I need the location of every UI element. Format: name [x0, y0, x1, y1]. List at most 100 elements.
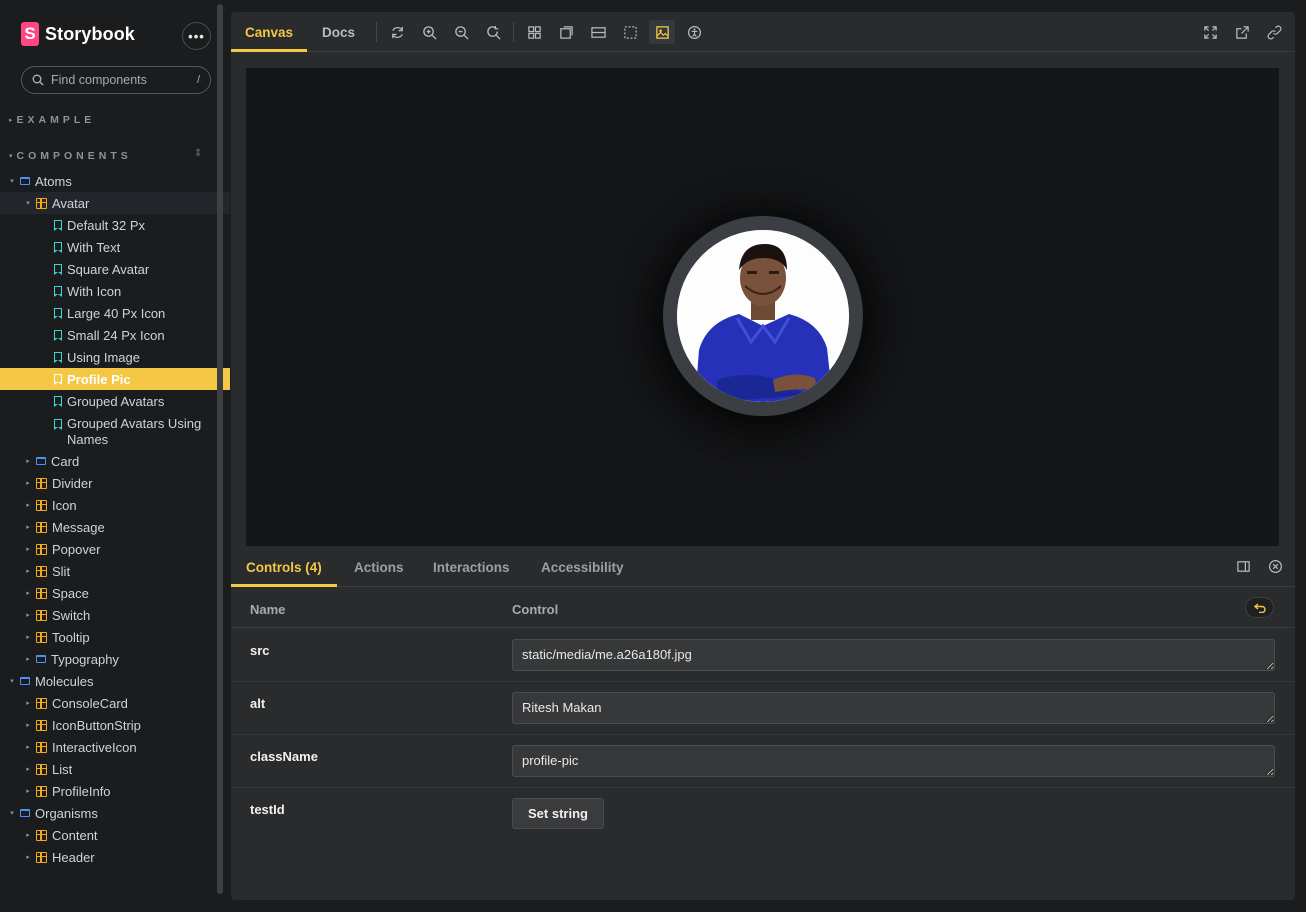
component-icon [36, 719, 47, 731]
tree-item-space[interactable]: ▸ Space [0, 582, 230, 604]
tree-item-label: ProfileInfo [52, 783, 111, 799]
caret-right-icon: ▸ [26, 546, 30, 553]
close-panel-icon[interactable] [1268, 559, 1283, 574]
tree-item-grouped-avatars[interactable]: Grouped Avatars [0, 390, 230, 412]
section-example[interactable]: ▸ EXAMPLE [9, 114, 95, 126]
controls-table-header: Name Control [231, 588, 1295, 628]
tree-item-icon[interactable]: ▸ Icon [0, 494, 230, 516]
tree-item-default-32-px[interactable]: Default 32 Px [0, 214, 230, 236]
tree-item-switch[interactable]: ▸ Switch [0, 604, 230, 626]
tree-item-label: Typography [51, 651, 119, 667]
tree-item-large-40-px-icon[interactable]: Large 40 Px Icon [0, 302, 230, 324]
background-icon[interactable] [553, 20, 579, 44]
caret-down-icon: ▾ [10, 810, 14, 817]
zoom-out-icon[interactable] [448, 20, 474, 44]
tree-item-tooltip[interactable]: ▸ Tooltip [0, 626, 230, 648]
tree-item-label: Message [52, 519, 105, 535]
tree-item-popover[interactable]: ▸ Popover [0, 538, 230, 560]
tree-item-profileinfo[interactable]: ▸ ProfileInfo [0, 780, 230, 802]
tree-item-label: InteractiveIcon [52, 739, 137, 755]
sidebar-scrollbar[interactable] [217, 4, 223, 894]
caret-right-icon: ▸ [26, 656, 30, 663]
viewport-icon[interactable] [585, 20, 611, 44]
tree-item-atoms[interactable]: ▾ Atoms [0, 170, 230, 192]
tree-item-divider[interactable]: ▸ Divider [0, 472, 230, 494]
folder-icon [36, 457, 46, 465]
tab-actions[interactable]: Actions [339, 547, 419, 587]
more-menu-button[interactable]: ••• [182, 22, 211, 50]
alt-input[interactable] [512, 692, 1275, 724]
caret-right-icon: ▸ [26, 502, 30, 509]
caret-right-icon: ▸ [26, 524, 30, 531]
tree-item-with-icon[interactable]: With Icon [0, 280, 230, 302]
reset-controls-button[interactable] [1245, 597, 1274, 618]
open-new-tab-icon[interactable] [1229, 20, 1255, 44]
component-icon [36, 829, 47, 841]
tree-item-label: Switch [52, 607, 91, 623]
panel-orientation-icon[interactable] [1236, 559, 1251, 574]
tree-item-slit[interactable]: ▸ Slit [0, 560, 230, 582]
story-icon [53, 242, 62, 253]
tree-item-square-avatar[interactable]: Square Avatar [0, 258, 230, 280]
tree-item-iconbuttonstrip[interactable]: ▸ IconButtonStrip [0, 714, 230, 736]
component-icon [36, 609, 47, 621]
storybook-logo[interactable]: S Storybook [21, 22, 135, 46]
tree-item-content[interactable]: ▸ Content [0, 824, 230, 846]
tree-item-small-24-px-icon[interactable]: Small 24 Px Icon [0, 324, 230, 346]
tree-item-list[interactable]: ▸ List [0, 758, 230, 780]
tree-item-using-image[interactable]: Using Image [0, 346, 230, 368]
caret-right-icon: ▸ [26, 458, 30, 465]
tree-item-with-text[interactable]: With Text [0, 236, 230, 258]
tree-item-profile-pic[interactable]: Profile Pic [0, 368, 230, 390]
tab-accessibility[interactable]: Accessibility [526, 547, 639, 587]
tree-item-label: Grouped Avatars [67, 393, 165, 409]
tab-controls[interactable]: Controls (4) [231, 547, 337, 587]
tree-item-consolecard[interactable]: ▸ ConsoleCard [0, 692, 230, 714]
tree-item-label: Large 40 Px Icon [67, 305, 166, 321]
tree-item-header[interactable]: ▸ Header [0, 846, 230, 868]
tab-docs[interactable]: Docs [308, 12, 369, 52]
copy-link-icon[interactable] [1261, 20, 1287, 44]
component-icon [36, 543, 47, 555]
caret-down-icon: ▾ [26, 200, 30, 207]
story-icon [53, 286, 62, 297]
folder-icon [36, 655, 46, 663]
component-icon [36, 741, 47, 753]
folder-icon [20, 677, 30, 685]
tab-interactions[interactable]: Interactions [418, 547, 525, 587]
tree-item-avatar[interactable]: ▾ Avatar [0, 192, 230, 214]
expand-collapse-icon[interactable]: ⇕ [194, 148, 202, 159]
tree-item-grouped-avatars-using-names[interactable]: Grouped Avatars Using Names [0, 412, 230, 450]
story-icon [53, 264, 62, 275]
search-input[interactable] [51, 73, 181, 87]
component-icon [36, 631, 47, 643]
tree-item-organisms[interactable]: ▾ Organisms [0, 802, 230, 824]
tree-item-label: Avatar [52, 195, 90, 211]
tree-item-label: Profile Pic [67, 371, 131, 387]
search-box[interactable]: / [21, 66, 211, 94]
classname-input[interactable] [512, 745, 1275, 777]
reload-icon[interactable] [384, 20, 410, 44]
tree-item-message[interactable]: ▸ Message [0, 516, 230, 538]
caret-right-icon: ▸ [26, 788, 30, 795]
canvas-preview[interactable] [246, 68, 1279, 546]
tree-item-label: IconButtonStrip [52, 717, 141, 733]
zoom-in-icon[interactable] [416, 20, 442, 44]
src-input[interactable] [512, 639, 1275, 671]
tab-canvas[interactable]: Canvas [231, 12, 308, 52]
tree-item-label: Organisms [35, 805, 98, 821]
grid-icon[interactable] [521, 20, 547, 44]
image-icon[interactable] [649, 20, 675, 44]
tree-item-interactiveicon[interactable]: ▸ InteractiveIcon [0, 736, 230, 758]
component-icon [36, 521, 47, 533]
tree-item-typography[interactable]: ▸ Typography [0, 648, 230, 670]
fullscreen-icon[interactable] [1197, 20, 1223, 44]
accessibility-icon[interactable] [681, 20, 707, 44]
tree-item-molecules[interactable]: ▾ Molecules [0, 670, 230, 692]
tree-item-card[interactable]: ▸ Card [0, 450, 230, 472]
section-components[interactable]: ▾ COMPONENTS [9, 150, 132, 162]
set-string-button[interactable]: Set string [512, 798, 604, 829]
zoom-reset-icon[interactable] [480, 20, 506, 44]
outline-icon[interactable] [617, 20, 643, 44]
control-name: testId [250, 802, 285, 817]
